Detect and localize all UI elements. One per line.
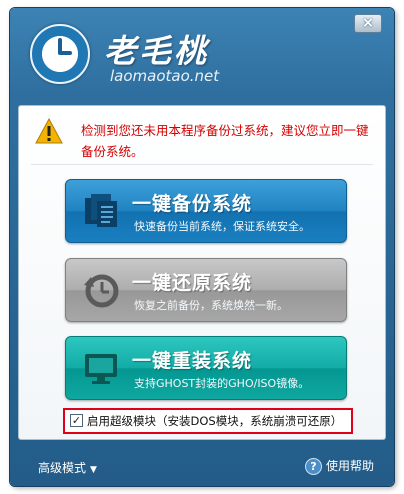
help-label: 使用帮助 <box>325 459 374 473</box>
backup-system-button[interactable]: 一键备份系统 快速备份当前系统，保证系统安全。 <box>65 179 347 243</box>
close-icon: × <box>362 15 374 31</box>
chevron-down-icon: ▼ <box>90 465 97 475</box>
reinstall-system-button[interactable]: 一键重装系统 支持GHOST封装的GHO/ISO镜像。 <box>65 336 347 400</box>
checkbox-icon[interactable]: ✓ <box>70 414 83 427</box>
logo-url: laomaotao.net <box>110 67 220 85</box>
main-panel: 检测到您还未用本程序备份过系统，建议您立即一键备份系统。 一键备份系统 快速备份… <box>18 105 386 440</box>
reinstall-title: 一键重装系统 <box>132 350 253 372</box>
warning-icon <box>35 118 63 144</box>
reinstall-subtitle: 支持GHOST封装的GHO/ISO镜像。 <box>134 377 310 390</box>
advanced-mode-link[interactable]: 高级模式 ▼ <box>38 459 97 476</box>
super-module-option: ✓ 启用超级模块（安装DOS模块，系统崩溃可还原） <box>63 408 353 434</box>
divider <box>31 164 373 165</box>
help-icon: ? <box>304 458 322 475</box>
monitor-icon <box>85 354 117 384</box>
documents-icon <box>85 194 117 227</box>
app-window: × 老毛桃 laomaotao.net 检测到您还未用本程序备份过系统，建议您立… <box>10 8 394 486</box>
logo-name: 老毛桃 <box>104 32 210 70</box>
close-button[interactable]: × <box>354 14 382 33</box>
backup-subtitle: 快速备份当前系统，保证系统安全。 <box>134 220 310 233</box>
clock-logo-icon <box>30 24 90 84</box>
super-module-label[interactable]: 启用超级模块（安装DOS模块，系统崩溃可还原） <box>87 413 342 429</box>
advanced-mode-label: 高级模式 <box>38 461 87 475</box>
help-link[interactable]: ? 使用帮助 <box>304 457 374 475</box>
restore-subtitle: 恢复之前备份，系统焕然一新。 <box>134 299 288 312</box>
restore-clock-icon <box>84 274 119 308</box>
restore-title: 一键还原系统 <box>132 272 253 294</box>
warning-message: 检测到您还未用本程序备份过系统，建议您立即一键备份系统。 <box>81 123 369 159</box>
backup-title: 一键备份系统 <box>132 193 253 215</box>
restore-system-button[interactable]: 一键还原系统 恢复之前备份，系统焕然一新。 <box>65 258 347 322</box>
